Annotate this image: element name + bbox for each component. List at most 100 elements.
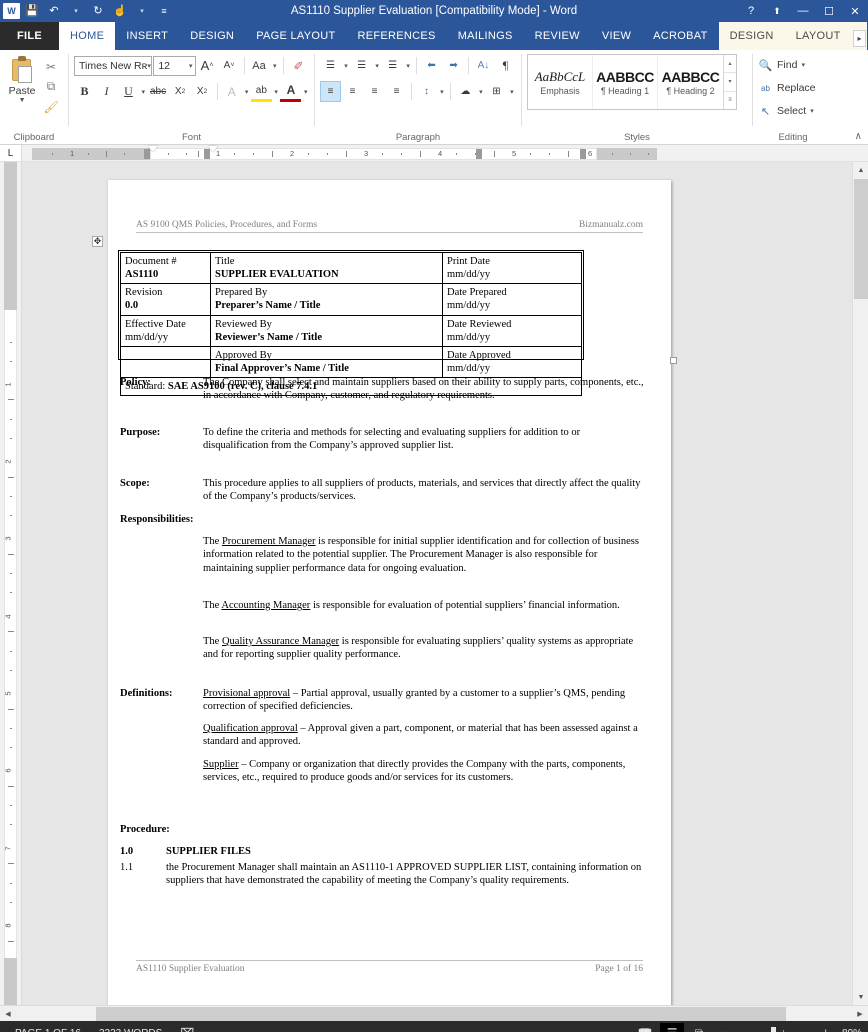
styles-scroll-up-icon[interactable]: ▴ bbox=[724, 55, 736, 74]
proofing-status-icon[interactable]: ⌧ bbox=[171, 1026, 203, 1032]
text-effects-dropdown-icon[interactable]: ▾ bbox=[243, 88, 250, 96]
grow-font-icon[interactable]: A ˄ bbox=[197, 55, 218, 76]
table-cell-revision[interactable]: Revision 0.0 bbox=[120, 283, 211, 316]
borders-icon[interactable]: ⊞ bbox=[486, 81, 507, 102]
paste-button[interactable]: Paste ▼ bbox=[5, 54, 39, 130]
bullets-dropdown-icon[interactable]: ▾ bbox=[342, 62, 350, 70]
web-layout-button[interactable]: ⧉ bbox=[687, 1023, 711, 1032]
find-button[interactable]: 🔍 Find ▾ bbox=[758, 55, 828, 75]
tab-table-design[interactable]: DESIGN bbox=[718, 22, 785, 50]
touch-dropdown-icon[interactable]: ▾ bbox=[132, 1, 152, 21]
line-spacing-dropdown-icon[interactable]: ▾ bbox=[438, 88, 446, 96]
increase-indent-icon[interactable]: ➡ bbox=[443, 55, 464, 76]
zoom-in-button[interactable]: + bbox=[823, 1027, 829, 1032]
table-cell-print-date[interactable]: Print Date mm/dd/yy bbox=[442, 251, 582, 285]
strikethrough-icon[interactable]: abc bbox=[148, 81, 169, 102]
bold-icon[interactable]: B bbox=[74, 81, 95, 102]
style-emphasis[interactable]: AaBbCcL Emphasis bbox=[528, 55, 593, 109]
table-move-handle[interactable]: ✥ bbox=[92, 236, 103, 247]
ribbon-display-options-icon[interactable]: ⬆ bbox=[764, 0, 790, 22]
style-heading-1[interactable]: AABBCC ¶ Heading 1 bbox=[593, 55, 658, 109]
numbering-icon[interactable]: ☰ bbox=[351, 55, 372, 76]
read-mode-button[interactable]: 📖 bbox=[633, 1023, 657, 1032]
styles-scroll-down-icon[interactable]: ▾ bbox=[724, 73, 736, 92]
table-cell-empty[interactable] bbox=[120, 345, 211, 379]
table-cell-date-reviewed[interactable]: Date Reviewed mm/dd/yy bbox=[442, 314, 582, 347]
underline-dropdown-icon[interactable]: ▾ bbox=[140, 88, 147, 96]
vertical-scroll-thumb[interactable] bbox=[854, 179, 868, 299]
zoom-level[interactable]: 80% bbox=[838, 1028, 862, 1032]
highlight-icon[interactable]: ab bbox=[250, 81, 272, 102]
replace-button[interactable]: ab Replace bbox=[758, 78, 828, 98]
shrink-font-icon[interactable]: A ˅ bbox=[219, 55, 240, 76]
zoom-slider[interactable]: − + bbox=[714, 1026, 835, 1032]
vertical-ruler[interactable]: 1 2 3 4 5 6 7 8 bbox=[0, 162, 22, 1005]
align-left-icon[interactable]: ≡ bbox=[320, 81, 341, 102]
styles-gallery[interactable]: AaBbCcL Emphasis AABBCC ¶ Heading 1 AABB… bbox=[527, 54, 737, 110]
change-case-dropdown-icon[interactable]: ▾ bbox=[271, 62, 280, 70]
font-size-dropdown-icon[interactable]: ▾ bbox=[189, 62, 193, 70]
tab-home[interactable]: HOME bbox=[59, 22, 116, 50]
word-count[interactable]: 3223 WORDS bbox=[90, 1028, 171, 1032]
table-cell-document-number[interactable]: Document # AS1110 bbox=[120, 251, 211, 285]
print-layout-button[interactable]: ☰ bbox=[660, 1023, 685, 1032]
change-case-icon[interactable]: Aa bbox=[249, 55, 270, 76]
collapse-ribbon-icon[interactable]: ∧ bbox=[855, 131, 862, 142]
horizontal-scroll-track[interactable] bbox=[16, 1006, 852, 1022]
tab-scroll-right-icon[interactable]: ▸ bbox=[853, 30, 866, 47]
touch-mode-icon[interactable]: ☝ bbox=[110, 1, 130, 21]
font-color-dropdown-icon[interactable]: ▾ bbox=[302, 88, 309, 96]
tab-review[interactable]: REVIEW bbox=[524, 22, 591, 50]
subscript-icon[interactable]: X2 bbox=[170, 81, 191, 102]
scroll-left-icon[interactable]: ◀ bbox=[0, 1006, 16, 1022]
tab-insert[interactable]: INSERT bbox=[115, 22, 179, 50]
table-cell-date-prepared[interactable]: Date Prepared mm/dd/yy bbox=[442, 283, 582, 316]
font-color-icon[interactable]: A bbox=[280, 81, 302, 102]
minimize-button[interactable]: — bbox=[790, 0, 816, 22]
undo-icon[interactable]: ↶ bbox=[44, 1, 64, 21]
customize-qat-icon[interactable]: ≡ bbox=[154, 1, 174, 21]
zoom-thumb[interactable] bbox=[770, 1026, 776, 1032]
tab-design[interactable]: DESIGN bbox=[179, 22, 245, 50]
tab-mailings[interactable]: MAILINGS bbox=[447, 22, 524, 50]
font-name-input[interactable]: Times New Rʀ ▾ bbox=[74, 55, 153, 76]
decrease-indent-icon[interactable]: ⬅ bbox=[421, 55, 442, 76]
numbering-dropdown-icon[interactable]: ▾ bbox=[373, 62, 381, 70]
document-info-table[interactable]: Document # AS1110 Title SUPPLIER EVALUAT… bbox=[120, 251, 582, 397]
find-dropdown-icon[interactable]: ▾ bbox=[801, 61, 805, 69]
table-cell-title[interactable]: Title SUPPLIER EVALUATION bbox=[210, 251, 443, 285]
page-canvas[interactable]: AS 9100 QMS Policies, Procedures, and Fo… bbox=[22, 162, 852, 1005]
text-effects-icon[interactable]: A bbox=[221, 81, 242, 102]
hanging-indent-marker[interactable] bbox=[208, 146, 218, 152]
document-page[interactable]: AS 9100 QMS Policies, Procedures, and Fo… bbox=[92, 180, 677, 1005]
align-center-icon[interactable]: ≡ bbox=[342, 81, 363, 102]
tab-selector-button[interactable]: L bbox=[0, 145, 22, 161]
shading-dropdown-icon[interactable]: ▾ bbox=[477, 88, 485, 96]
horizontal-ruler[interactable]: 1 1 2 3 4 5 6 bbox=[22, 145, 868, 161]
redo-icon[interactable]: ↻ bbox=[88, 1, 108, 21]
multilevel-dropdown-icon[interactable]: ▾ bbox=[404, 62, 412, 70]
select-dropdown-icon[interactable]: ▾ bbox=[810, 107, 814, 115]
vertical-scrollbar[interactable]: ▲ ▼ bbox=[852, 162, 868, 1005]
help-icon[interactable]: ? bbox=[738, 0, 764, 22]
page-indicator[interactable]: PAGE 1 OF 16 bbox=[6, 1028, 90, 1032]
font-size-input[interactable]: 12 ▾ bbox=[153, 55, 196, 76]
cut-icon[interactable]: ✂ bbox=[42, 58, 60, 75]
paste-dropdown-icon[interactable]: ▼ bbox=[19, 97, 26, 104]
first-line-indent-marker[interactable] bbox=[148, 146, 158, 152]
table-cell-effective-date[interactable]: Effective Date mm/dd/yy bbox=[120, 314, 211, 347]
line-spacing-icon[interactable]: ↕ bbox=[416, 81, 437, 102]
horizontal-scroll-thumb[interactable] bbox=[96, 1006, 786, 1021]
copy-icon[interactable]: ⧉ bbox=[42, 78, 60, 95]
underline-icon[interactable]: U bbox=[118, 81, 139, 102]
table-resize-handle[interactable] bbox=[670, 357, 677, 364]
scroll-up-icon[interactable]: ▲ bbox=[853, 162, 868, 178]
align-right-icon[interactable]: ≡ bbox=[364, 81, 385, 102]
table-cell-approved-by[interactable]: Approved By Final Approver’s Name / Titl… bbox=[210, 345, 443, 379]
clear-formatting-icon[interactable]: ✐ bbox=[288, 55, 309, 76]
zoom-out-button[interactable]: − bbox=[720, 1027, 726, 1032]
font-name-dropdown-icon[interactable]: ▾ bbox=[147, 62, 151, 70]
multilevel-list-icon[interactable]: ☰ bbox=[382, 55, 403, 76]
table-cell-date-approved[interactable]: Date Approved mm/dd/yy bbox=[442, 345, 582, 379]
superscript-icon[interactable]: X2 bbox=[192, 81, 213, 102]
